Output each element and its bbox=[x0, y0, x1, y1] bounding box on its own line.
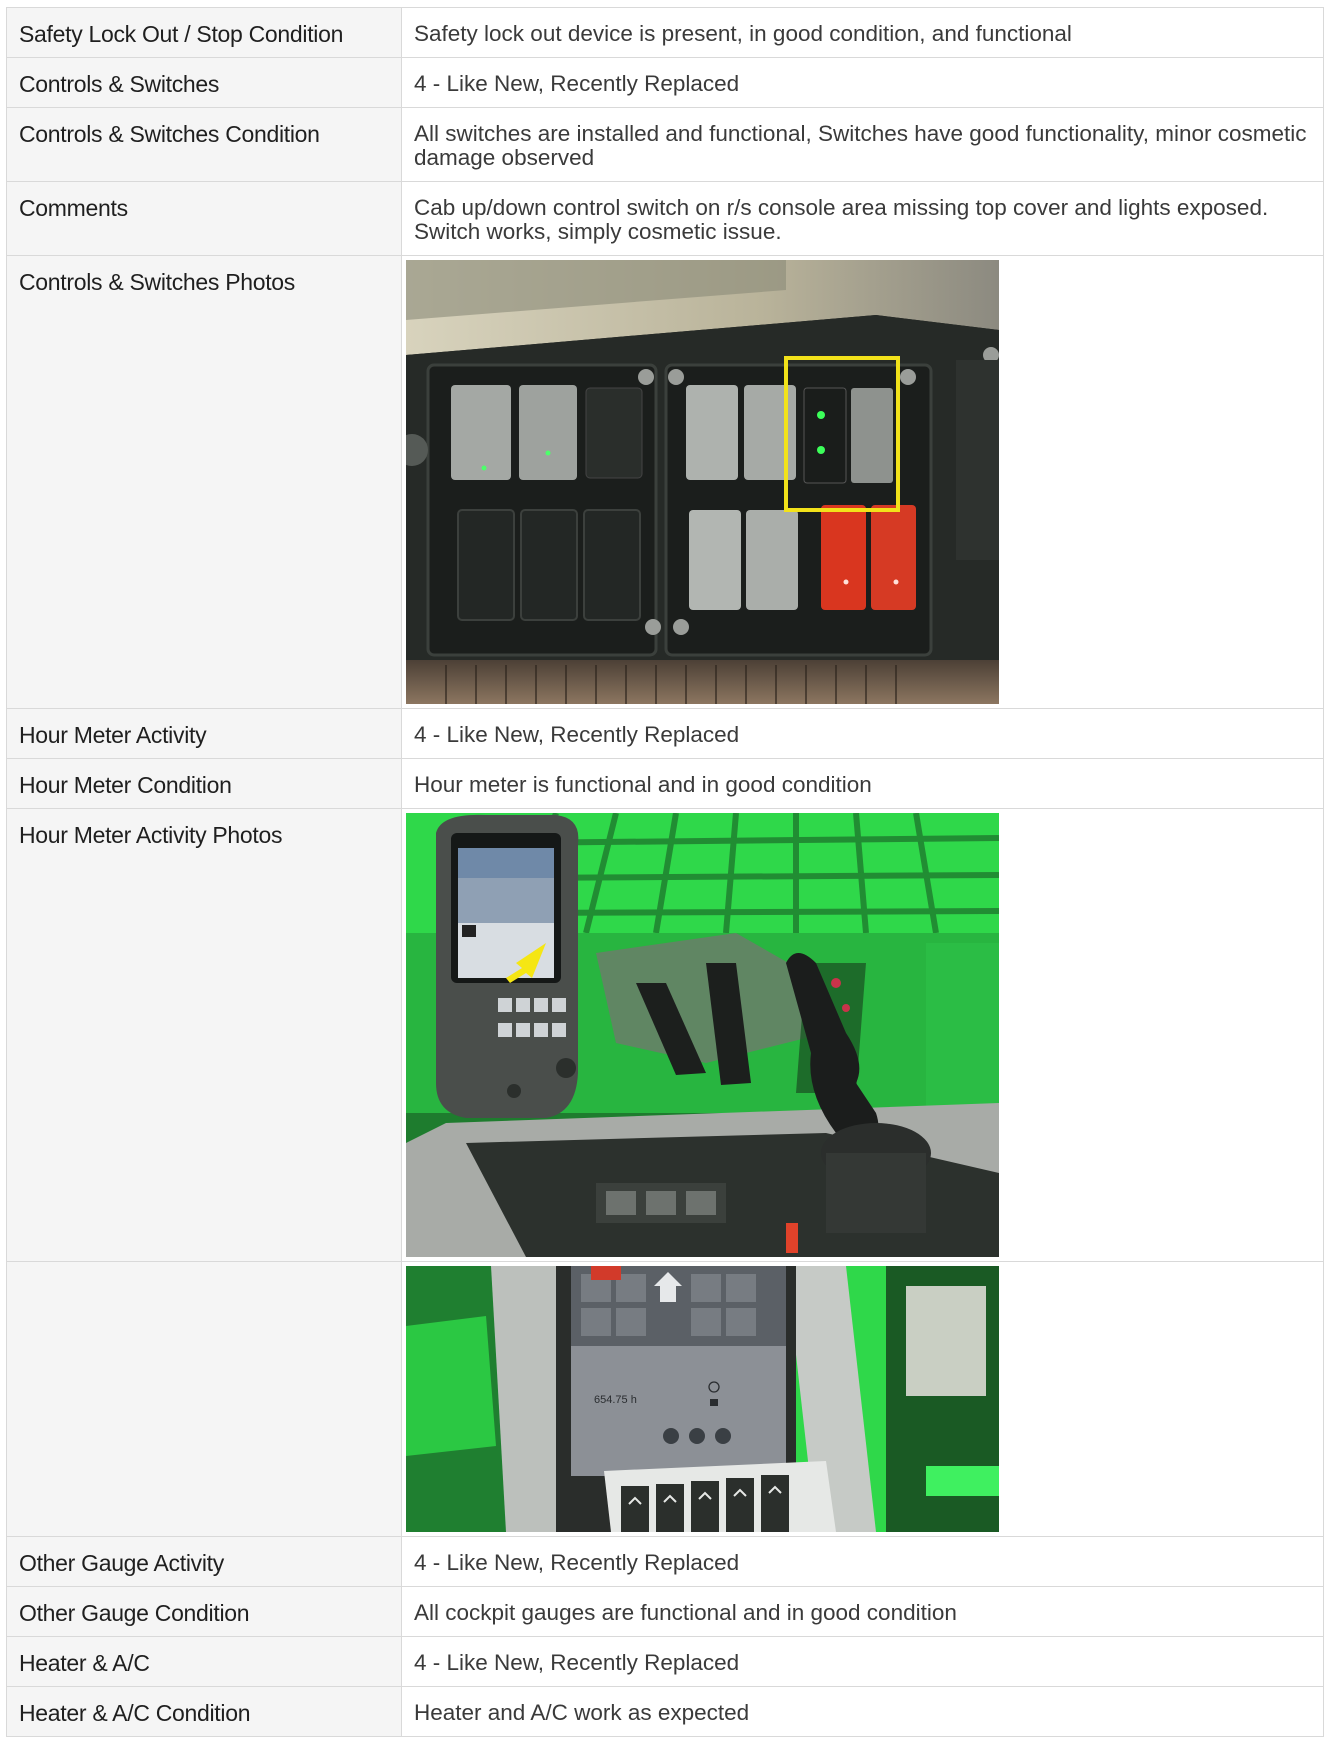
row-value: 4 - Like New, Recently Replaced bbox=[401, 1536, 1324, 1587]
rocker-switch-icon bbox=[451, 385, 511, 480]
row-value: 4 - Like New, Recently Replaced bbox=[401, 1636, 1324, 1687]
table-row: Hour Meter Condition Hour meter is funct… bbox=[6, 758, 1324, 809]
table-row: Heater & A/C Condition Heater and A/C wo… bbox=[6, 1686, 1324, 1737]
row-label: Hour Meter Condition bbox=[6, 758, 402, 809]
row-value: Safety lock out device is present, in go… bbox=[401, 7, 1324, 58]
switches-panel-photo[interactable] bbox=[406, 260, 999, 704]
hour-meter-close-photo[interactable]: 654.75 h bbox=[406, 1266, 999, 1532]
row-label: Controls & Switches Condition bbox=[6, 107, 402, 182]
row-value: Cab up/down control switch on r/s consol… bbox=[401, 181, 1324, 256]
rocker-switch-icon bbox=[686, 385, 738, 480]
row-value: 4 - Like New, Recently Replaced bbox=[401, 57, 1324, 108]
row-value: Heater and A/C work as expected bbox=[401, 1686, 1324, 1737]
table-row: Other Gauge Condition All cockpit gauges… bbox=[6, 1586, 1324, 1637]
rocker-switch-icon bbox=[744, 385, 796, 480]
row-label: Controls & Switches Photos bbox=[6, 255, 402, 709]
display-unit-icon bbox=[436, 814, 579, 1118]
table-row: 654.75 h bbox=[6, 1261, 1324, 1537]
rocker-switch-icon bbox=[689, 510, 741, 610]
row-label: Hour Meter Activity Photos bbox=[6, 808, 402, 1262]
rocker-switch-icon bbox=[746, 510, 798, 610]
row-label bbox=[6, 1261, 402, 1537]
row-value: Hour meter is functional and in good con… bbox=[401, 758, 1324, 809]
row-label: Controls & Switches bbox=[6, 57, 402, 108]
photo-cell bbox=[401, 255, 1324, 709]
table-row: Safety Lock Out / Stop Condition Safety … bbox=[6, 7, 1324, 58]
inspection-table: Safety Lock Out / Stop Condition Safety … bbox=[6, 7, 1324, 1737]
table-row: Controls & Switches Condition All switch… bbox=[6, 107, 1324, 182]
row-label: Heater & A/C bbox=[6, 1636, 402, 1687]
table-row: Other Gauge Activity 4 - Like New, Recen… bbox=[6, 1536, 1324, 1587]
rocker-switch-icon bbox=[871, 505, 916, 610]
row-label: Safety Lock Out / Stop Condition bbox=[6, 7, 402, 58]
rocker-switch-icon bbox=[519, 385, 577, 480]
photo-cell: 654.75 h bbox=[401, 1261, 1324, 1537]
table-row: Controls & Switches 4 - Like New, Recent… bbox=[6, 57, 1324, 108]
row-label: Comments bbox=[6, 181, 402, 256]
rocker-switch-icon bbox=[585, 387, 643, 479]
hour-readout: 654.75 h bbox=[594, 1394, 637, 1406]
rocker-switch-icon bbox=[803, 387, 847, 484]
table-row: Hour Meter Activity 4 - Like New, Recent… bbox=[6, 708, 1324, 759]
table-row: Hour Meter Activity Photos bbox=[6, 808, 1324, 1262]
row-value: All switches are installed and functiona… bbox=[401, 107, 1324, 182]
row-label: Other Gauge Activity bbox=[6, 1536, 402, 1587]
table-row: Heater & A/C 4 - Like New, Recently Repl… bbox=[6, 1636, 1324, 1687]
table-row: Controls & Switches Photos bbox=[6, 255, 1324, 709]
hour-meter-wide-photo[interactable] bbox=[406, 813, 999, 1257]
rocker-switch-icon bbox=[821, 505, 866, 610]
table-row: Comments Cab up/down control switch on r… bbox=[6, 181, 1324, 256]
row-label: Hour Meter Activity bbox=[6, 708, 402, 759]
row-value: 4 - Like New, Recently Replaced bbox=[401, 708, 1324, 759]
photo-cell bbox=[401, 808, 1324, 1262]
row-label: Other Gauge Condition bbox=[6, 1586, 402, 1637]
row-label: Heater & A/C Condition bbox=[6, 1686, 402, 1737]
row-value: All cockpit gauges are functional and in… bbox=[401, 1586, 1324, 1637]
